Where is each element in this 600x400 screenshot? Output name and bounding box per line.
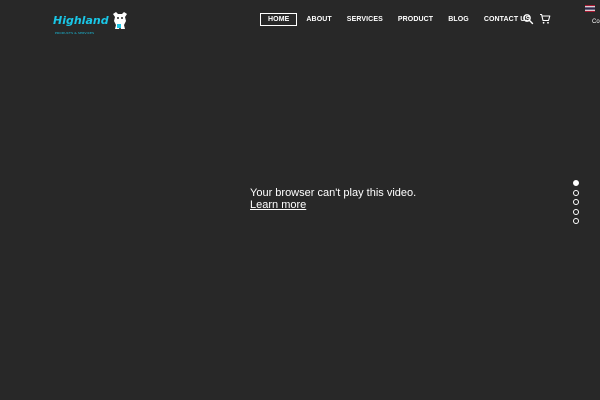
nav-item-blog[interactable]: BLOG [448,13,469,26]
language-switcher[interactable]: Co [585,5,600,25]
slider-dots [573,180,579,228]
slider-dot[interactable] [573,189,579,196]
logo-wordmark: Highland PRODUCTS & SERVICES [53,13,109,35]
thai-flag-icon [585,5,595,12]
language-label: Co [592,19,600,25]
page: Highland PRODUCTS & SERVICES HOME ABOUT SE… [0,0,600,400]
video-error-message: Your browser can't play this video. Lear… [250,188,416,211]
nav-item-about[interactable]: ABOUT [306,13,331,26]
main-nav: HOME ABOUT SERVICES PRODUCT BLOG CONTACT US [260,13,530,26]
video-error-text: Your browser can't play this video. [250,187,417,199]
slider-dot[interactable] [573,218,579,224]
logo-name: Highland [53,13,109,27]
bull-mascot-icon [112,12,127,29]
logo-tagline: PRODUCTS & SERVICES [55,30,95,35]
slider-dot[interactable] [573,180,579,186]
logo[interactable]: Highland PRODUCTS & SERVICES [53,9,129,35]
slider-dot[interactable] [573,208,579,215]
search-icon[interactable] [522,13,534,25]
learn-more-link[interactable]: Learn more [250,200,306,211]
nav-item-product[interactable]: PRODUCT [398,13,433,26]
nav-item-home[interactable]: HOME [260,13,298,26]
nav-item-services[interactable]: SERVICES [347,13,383,26]
site-header: Highland PRODUCTS & SERVICES HOME ABOUT SE… [0,0,600,40]
cart-icon[interactable] [539,13,551,25]
slider-dot[interactable] [573,199,579,205]
